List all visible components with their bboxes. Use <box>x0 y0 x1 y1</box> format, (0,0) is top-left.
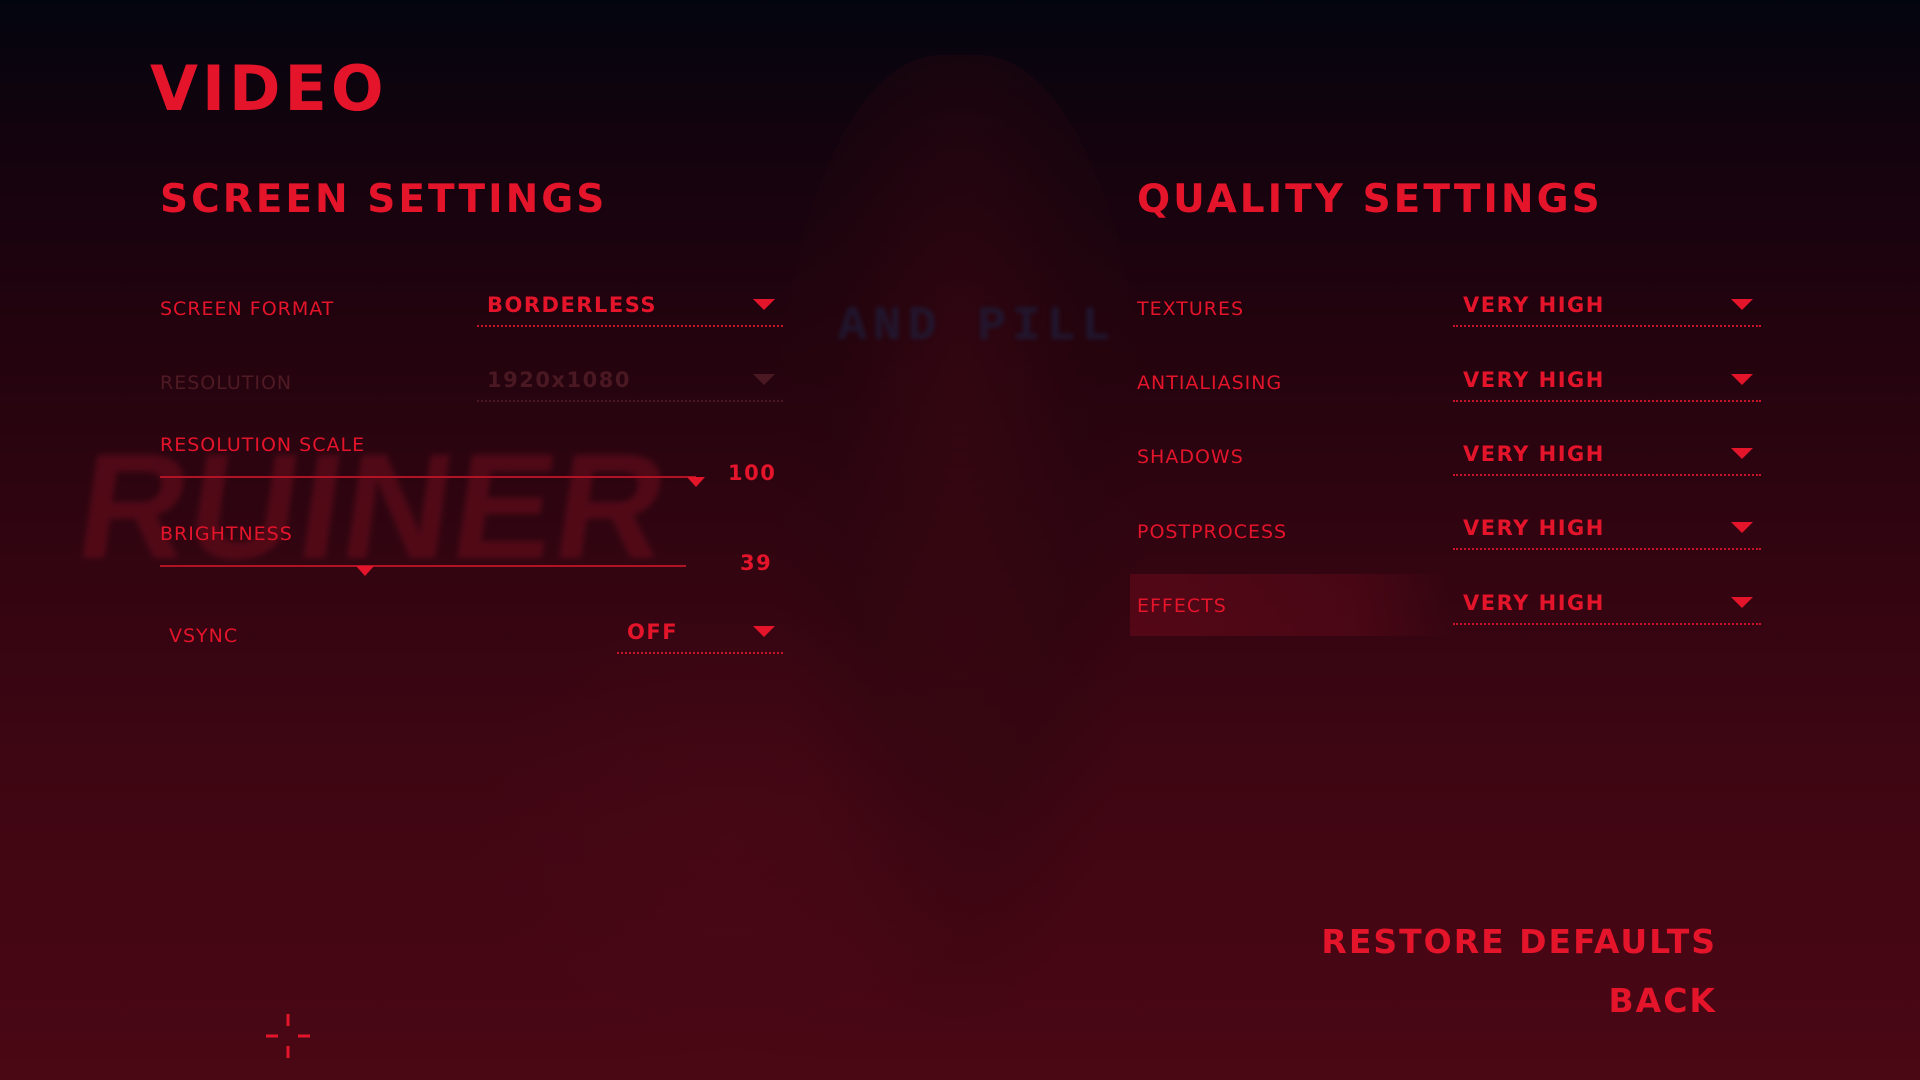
video-settings-screen: RUINER AND PILL VIDEO SCREEN SETTINGS SC… <box>0 0 1920 1080</box>
resolution-scale-value: 100 <box>728 461 777 485</box>
chevron-down-icon <box>1731 597 1753 608</box>
shadows-dropdown[interactable]: VERY HIGH <box>1453 440 1761 476</box>
antialiasing-value: VERY HIGH <box>1463 368 1605 392</box>
postprocess-label: POSTPROCESS <box>1137 521 1288 543</box>
resolution-dropdown: 1920x1080 <box>477 366 783 402</box>
resolution-scale-slider-thumb[interactable] <box>687 477 705 487</box>
chevron-down-icon <box>1731 299 1753 310</box>
chevron-down-icon <box>753 374 775 385</box>
effects-dropdown[interactable]: VERY HIGH <box>1453 589 1761 625</box>
brightness-slider[interactable] <box>160 565 686 576</box>
vsync-label: VSYNC <box>169 625 239 647</box>
postprocess-value: VERY HIGH <box>1463 516 1605 540</box>
effects-value: VERY HIGH <box>1463 591 1605 615</box>
effects-label: EFFECTS <box>1137 595 1227 617</box>
brightness-label: BRIGHTNESS <box>160 523 293 545</box>
resolution-scale-slider[interactable] <box>160 476 705 487</box>
brightness-value: 39 <box>740 551 773 575</box>
chevron-down-icon <box>1731 448 1753 459</box>
vsync-dropdown[interactable]: OFF <box>617 618 783 654</box>
vsync-value: OFF <box>627 620 679 644</box>
shadows-value: VERY HIGH <box>1463 442 1605 466</box>
chevron-down-icon <box>1731 374 1753 385</box>
back-button[interactable]: BACK <box>1609 984 1717 1017</box>
screen-settings-title: SCREEN SETTINGS <box>160 177 608 222</box>
postprocess-dropdown[interactable]: VERY HIGH <box>1453 514 1761 550</box>
chevron-down-icon <box>753 299 775 310</box>
textures-label: TEXTURES <box>1137 298 1245 320</box>
background-shoulder-art <box>470 600 990 1080</box>
shadows-label: SHADOWS <box>1137 446 1244 468</box>
resolution-scale-label: RESOLUTION SCALE <box>160 434 366 456</box>
chevron-down-icon <box>753 626 775 637</box>
resolution-label: RESOLUTION <box>160 372 293 394</box>
screen-format-value: BORDERLESS <box>487 293 658 317</box>
textures-dropdown[interactable]: VERY HIGH <box>1453 291 1761 327</box>
antialiasing-dropdown[interactable]: VERY HIGH <box>1453 366 1761 402</box>
chevron-down-icon <box>1731 522 1753 533</box>
resolution-value: 1920x1080 <box>487 368 631 392</box>
page-title: VIDEO <box>150 52 388 125</box>
antialiasing-label: ANTIALIASING <box>1137 372 1283 394</box>
crosshair-icon <box>266 1014 310 1058</box>
textures-value: VERY HIGH <box>1463 293 1605 317</box>
screen-format-dropdown[interactable]: BORDERLESS <box>477 291 783 327</box>
background-neon-sign: AND PILL <box>838 300 1117 354</box>
quality-settings-title: QUALITY SETTINGS <box>1137 177 1603 222</box>
screen-format-label: SCREEN FORMAT <box>160 298 335 320</box>
restore-defaults-button[interactable]: RESTORE DEFAULTS <box>1321 925 1717 958</box>
brightness-slider-thumb[interactable] <box>356 566 375 576</box>
